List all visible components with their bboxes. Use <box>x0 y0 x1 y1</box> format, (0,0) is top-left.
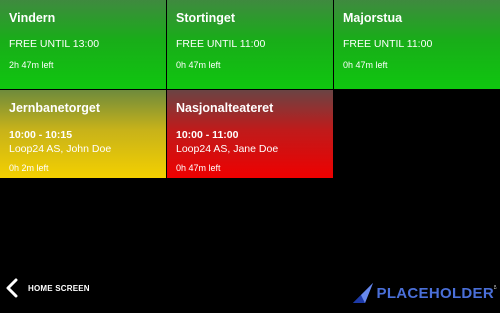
room-status: FREE UNTIL 11:00 <box>343 38 433 50</box>
room-name: Nasjonalteateret <box>176 101 274 115</box>
room-name: Majorstua <box>343 11 403 25</box>
room-tile-majorstua[interactable]: Majorstua FREE UNTIL 11:00 0h 47m left <box>334 0 500 90</box>
room-grid: Vindern FREE UNTIL 13:00 2h 47m left Sto… <box>0 0 500 180</box>
logo-version: v1 <box>493 285 498 290</box>
company-logo: PLACEHOLDER v1 <box>351 281 498 305</box>
room-status: FREE UNTIL 13:00 <box>9 38 100 50</box>
room-status: FREE UNTIL 11:00 <box>176 38 266 50</box>
room-name: Stortinget <box>176 11 236 25</box>
home-screen-label: HOME SCREEN <box>28 283 90 293</box>
room-tile-stortinget[interactable]: Stortinget FREE UNTIL 11:00 0h 47m left <box>167 0 334 90</box>
chevron-left-icon <box>6 278 18 298</box>
room-name: Vindern <box>9 11 56 25</box>
room-name: Jernbanetorget <box>9 101 100 115</box>
meeting-organizer: Loop24 AS, Jane Doe <box>176 143 279 155</box>
room-tile-jernbanetorget[interactable]: Jernbanetorget 10:00 - 10:15 Loop24 AS, … <box>0 90 167 179</box>
time-left: 0h 47m left <box>176 163 221 173</box>
logo-wordmark: PLACEHOLDER <box>376 284 494 302</box>
room-tile-vindern[interactable]: Vindern FREE UNTIL 13:00 2h 47m left <box>0 0 167 90</box>
home-screen-button[interactable]: HOME SCREEN <box>6 277 90 299</box>
time-left: 0h 47m left <box>343 60 388 70</box>
time-left: 0h 47m left <box>176 60 221 70</box>
meeting-organizer: Loop24 AS, John Doe <box>9 143 112 155</box>
meeting-time-range: 10:00 - 10:15 <box>9 129 73 141</box>
time-left: 2h 47m left <box>9 60 54 70</box>
meeting-time-range: 10:00 - 11:00 <box>176 129 239 141</box>
time-left: 0h 2m left <box>9 163 49 173</box>
logo-arrow-icon <box>352 283 373 303</box>
room-tile-nasjonalteateret[interactable]: Nasjonalteateret 10:00 - 11:00 Loop24 AS… <box>167 90 334 179</box>
